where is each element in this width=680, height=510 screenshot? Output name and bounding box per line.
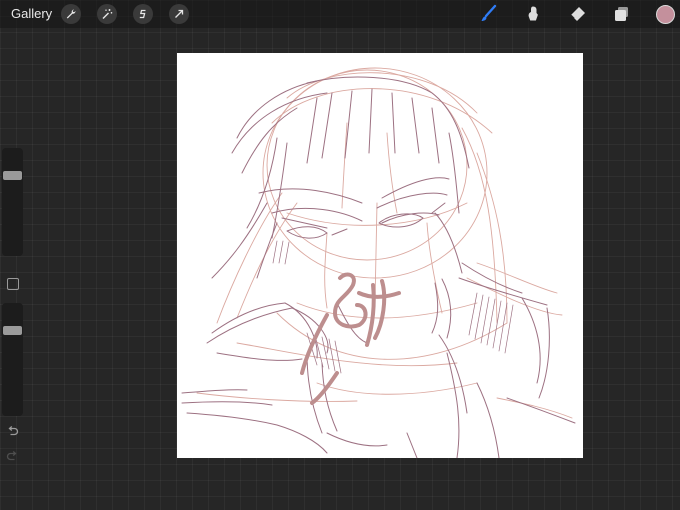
sketch-artwork	[181, 67, 576, 458]
undo-icon	[8, 426, 19, 436]
magic-wand-icon	[102, 9, 113, 19]
color-swatch[interactable]	[656, 5, 675, 24]
actions-button[interactable]	[61, 4, 81, 24]
modify-button[interactable]	[7, 278, 19, 290]
eraser-button[interactable]	[567, 4, 587, 24]
opacity-slider[interactable]	[2, 303, 23, 416]
layers-icon	[615, 7, 628, 21]
brush-size-slider[interactable]	[2, 148, 23, 256]
undo-button[interactable]	[6, 425, 19, 443]
smudge-icon	[528, 6, 538, 21]
redo-button[interactable]	[6, 450, 19, 468]
sidebar	[2, 148, 23, 468]
layers-button[interactable]	[611, 4, 631, 24]
eraser-icon	[570, 7, 585, 21]
adjustments-button[interactable]	[97, 4, 117, 24]
top-toolbar: Gallery	[0, 0, 680, 28]
brush-size-thumb[interactable]	[3, 171, 22, 181]
redo-icon	[6, 451, 17, 461]
smudge-button[interactable]	[523, 4, 543, 24]
selection-button[interactable]	[133, 4, 153, 24]
drawing-canvas[interactable]	[177, 53, 583, 458]
transform-button[interactable]	[169, 4, 189, 24]
brush-button[interactable]	[478, 4, 498, 24]
gallery-button[interactable]: Gallery	[11, 6, 52, 21]
opacity-thumb[interactable]	[3, 326, 22, 336]
wrench-icon	[66, 9, 76, 19]
transform-icon	[175, 9, 184, 18]
brush-icon	[481, 4, 497, 21]
selection-icon	[139, 9, 146, 19]
